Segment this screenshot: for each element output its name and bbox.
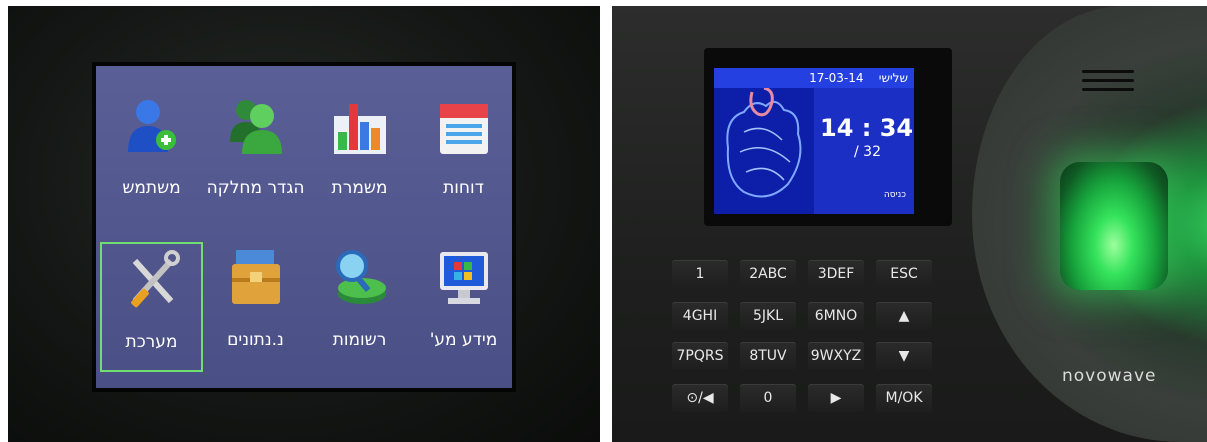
menu-item-department[interactable]: הגדר מחלקה xyxy=(204,90,307,220)
device-photo: שלישי 17-03-14 14 : 34 / 32 כניסה novowa… xyxy=(612,6,1207,442)
menu-label: משתמש xyxy=(122,178,181,198)
system-info-monitor-icon xyxy=(440,252,488,304)
lcd-minutes: 34 xyxy=(879,114,914,142)
menu-label: משמרת xyxy=(331,178,388,198)
lcd-time-separator: : xyxy=(861,114,872,142)
toolbox-icon xyxy=(232,250,280,304)
key-1-3[interactable]: ▲ xyxy=(876,302,932,330)
key-1-1[interactable]: 5JKL xyxy=(740,302,796,330)
key-3-0[interactable]: ⊙/◀ xyxy=(672,384,728,412)
key-2-0[interactable]: 7PQRS xyxy=(672,342,728,370)
key-0-2[interactable]: 3DEF xyxy=(808,260,864,288)
shift-bar-chart-icon xyxy=(334,104,386,154)
menu-label: הגדר מחלקה xyxy=(206,178,305,198)
menu-item-user[interactable]: משתמש xyxy=(100,90,203,220)
lcd-time: 14 : 34 xyxy=(820,114,913,142)
key-0-1[interactable]: 2ABC xyxy=(740,260,796,288)
menu-item-reports[interactable]: דוחות xyxy=(412,90,515,220)
key-1-0[interactable]: 4GHI xyxy=(672,302,728,330)
menu-item-records[interactable]: רשומות xyxy=(308,242,411,372)
lcd-state: כניסה xyxy=(883,190,906,200)
key-2-2[interactable]: 9WXYZ xyxy=(808,342,864,370)
hand-fingerprint-icon xyxy=(726,86,802,198)
key-0-0[interactable]: 1 xyxy=(672,260,728,288)
fingerprint-sensor[interactable] xyxy=(1060,162,1168,290)
department-users-icon xyxy=(230,100,282,154)
tools-icon xyxy=(131,250,180,308)
menu-item-data[interactable]: נ.נתונים xyxy=(204,242,307,372)
key-2-3[interactable]: ▼ xyxy=(876,342,932,370)
calendar-report-icon xyxy=(440,104,488,154)
key-1-2[interactable]: 6MNO xyxy=(808,302,864,330)
lcd-hand-graphic xyxy=(714,86,814,214)
menu-label: רשומות xyxy=(332,330,387,350)
key-3-1[interactable]: 0 xyxy=(740,384,796,412)
lcd-date-bar: שלישי 17-03-14 xyxy=(714,68,914,88)
user-add-icon xyxy=(128,100,176,152)
menu-label: מידע מע' xyxy=(429,330,498,350)
lcd-day: שלישי xyxy=(878,71,908,85)
brand-label: novowave xyxy=(1062,366,1157,386)
menu-item-system[interactable]: מערכת xyxy=(100,242,203,372)
menu-screen: משתמש הגדר מחלקה משמרת דוחות מערכת נ.נתו… xyxy=(92,62,516,392)
menu-item-shift[interactable]: משמרת xyxy=(308,90,411,220)
key-3-2[interactable]: ▶ xyxy=(808,384,864,412)
key-2-1[interactable]: 8TUV xyxy=(740,342,796,370)
menu-label: נ.נתונים xyxy=(227,330,284,350)
key-0-3[interactable]: ESC xyxy=(876,260,932,288)
lcd-date: 17-03-14 xyxy=(809,71,864,85)
lcd-sub-value: / 32 xyxy=(854,144,881,160)
records-search-icon xyxy=(336,250,386,304)
menu-item-system-info[interactable]: מידע מע' xyxy=(412,242,515,372)
speaker-grille xyxy=(1082,70,1134,96)
menu-label: מערכת xyxy=(125,332,178,352)
key-3-3[interactable]: M/OK xyxy=(876,384,932,412)
lcd-display: שלישי 17-03-14 14 : 34 / 32 כניסה xyxy=(714,68,914,214)
menu-label: דוחות xyxy=(443,178,484,198)
menu-screen-photo: משתמש הגדר מחלקה משמרת דוחות מערכת נ.נתו… xyxy=(8,6,600,442)
lcd-hours: 14 xyxy=(820,114,854,142)
